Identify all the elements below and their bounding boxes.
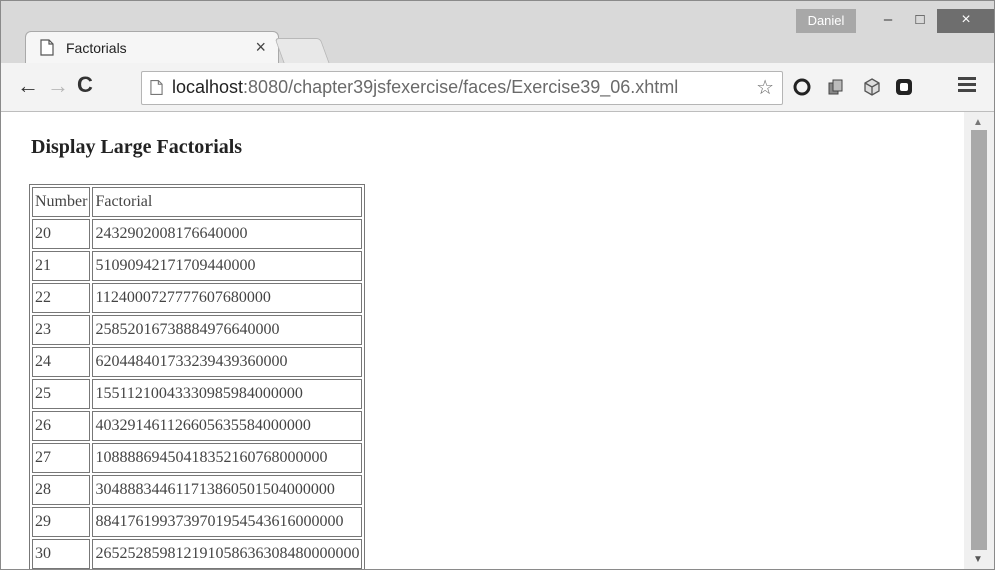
tab-factorials[interactable]: Factorials ×: [25, 31, 279, 64]
number-cell: 24: [32, 347, 91, 377]
menu-icon[interactable]: [958, 75, 976, 93]
forward-button[interactable]: →: [47, 73, 69, 99]
new-tab-button[interactable]: [274, 38, 330, 63]
table-row: 21 51090942171709440000: [32, 251, 363, 281]
bookmark-star-icon[interactable]: ☆: [756, 75, 774, 100]
browser-toolbar: ← → C localhost:8080/chapter39jsfexercis…: [1, 63, 994, 112]
table-row: 20 2432902008176640000: [32, 219, 363, 249]
number-cell: 30: [32, 539, 91, 569]
table-row: 27 10888869450418352160768000000: [32, 443, 363, 473]
reload-button[interactable]: C: [77, 72, 93, 98]
table-row: 30 265252859812191058636308480000000: [32, 539, 363, 569]
number-cell: 25: [32, 379, 91, 409]
factorial-cell: 25852016738884976640000: [92, 315, 363, 345]
tab-title: Factorials: [66, 40, 127, 56]
number-cell: 28: [32, 475, 91, 505]
vertical-scrollbar[interactable]: ▲ ▼: [964, 112, 994, 569]
factorial-cell: 304888344611713860501504000000: [92, 475, 363, 505]
page-content: Display Large Factorials Number Factoria…: [1, 112, 964, 569]
factorial-cell: 265252859812191058636308480000000: [92, 539, 363, 569]
page-icon: [150, 79, 163, 96]
page-icon: [40, 39, 54, 56]
number-cell: 23: [32, 315, 91, 345]
scrollbar-thumb[interactable]: [971, 130, 987, 550]
number-cell: 29: [32, 507, 91, 537]
scroll-down-arrow-icon[interactable]: ▼: [973, 554, 983, 565]
url-path: :8080/chapter39jsfexercise/faces/Exercis…: [243, 77, 679, 97]
table-row: 28 304888344611713860501504000000: [32, 475, 363, 505]
factorial-cell: 2432902008176640000: [92, 219, 363, 249]
back-button[interactable]: ←: [17, 73, 39, 99]
url-text[interactable]: localhost:8080/chapter39jsfexercise/face…: [172, 77, 678, 98]
close-window-button[interactable]: ×: [937, 9, 994, 33]
extension-square-icon[interactable]: [895, 78, 913, 96]
table-row: 29 8841761993739701954543616000000: [32, 507, 363, 537]
url-host: localhost: [172, 77, 244, 97]
column-header-factorial: Factorial: [92, 187, 363, 217]
extension-pages-icon[interactable]: [827, 78, 845, 96]
table-row: 23 25852016738884976640000: [32, 315, 363, 345]
tab-close-icon[interactable]: ×: [255, 37, 266, 58]
page-heading: Display Large Factorials: [31, 136, 243, 158]
factorial-cell: 620448401733239439360000: [92, 347, 363, 377]
factorial-cell: 1124000727777607680000: [92, 283, 363, 313]
factorial-cell: 403291461126605635584000000: [92, 411, 363, 441]
address-bar[interactable]: localhost:8080/chapter39jsfexercise/face…: [141, 71, 783, 105]
table-row: 25 15511210043330985984000000: [32, 379, 363, 409]
scroll-up-arrow-icon[interactable]: ▲: [973, 117, 983, 128]
extension-ring-icon[interactable]: [793, 78, 811, 96]
factorial-cell: 8841761993739701954543616000000: [92, 507, 363, 537]
table-row: 24 620448401733239439360000: [32, 347, 363, 377]
factorial-cell: 51090942171709440000: [92, 251, 363, 281]
browser-window: Factorials × Daniel – □ × ← → C localhos…: [0, 0, 995, 570]
number-cell: 20: [32, 219, 91, 249]
maximize-button[interactable]: □: [901, 9, 939, 33]
number-cell: 26: [32, 411, 91, 441]
table-row: 26 403291461126605635584000000: [32, 411, 363, 441]
column-header-number: Number: [32, 187, 91, 217]
number-cell: 27: [32, 443, 91, 473]
factorial-table: Number Factorial 20 2432902008176640000 21…: [29, 184, 366, 569]
user-profile-button[interactable]: Daniel: [796, 9, 856, 33]
number-cell: 21: [32, 251, 91, 281]
extension-cube-icon[interactable]: [863, 78, 881, 96]
factorial-cell: 10888869450418352160768000000: [92, 443, 363, 473]
table-row: 22 1124000727777607680000: [32, 283, 363, 313]
factorial-cell: 15511210043330985984000000: [92, 379, 363, 409]
title-bar: Factorials × Daniel – □ ×: [1, 1, 994, 64]
number-cell: 22: [32, 283, 91, 313]
table-header-row: Number Factorial: [32, 187, 363, 217]
